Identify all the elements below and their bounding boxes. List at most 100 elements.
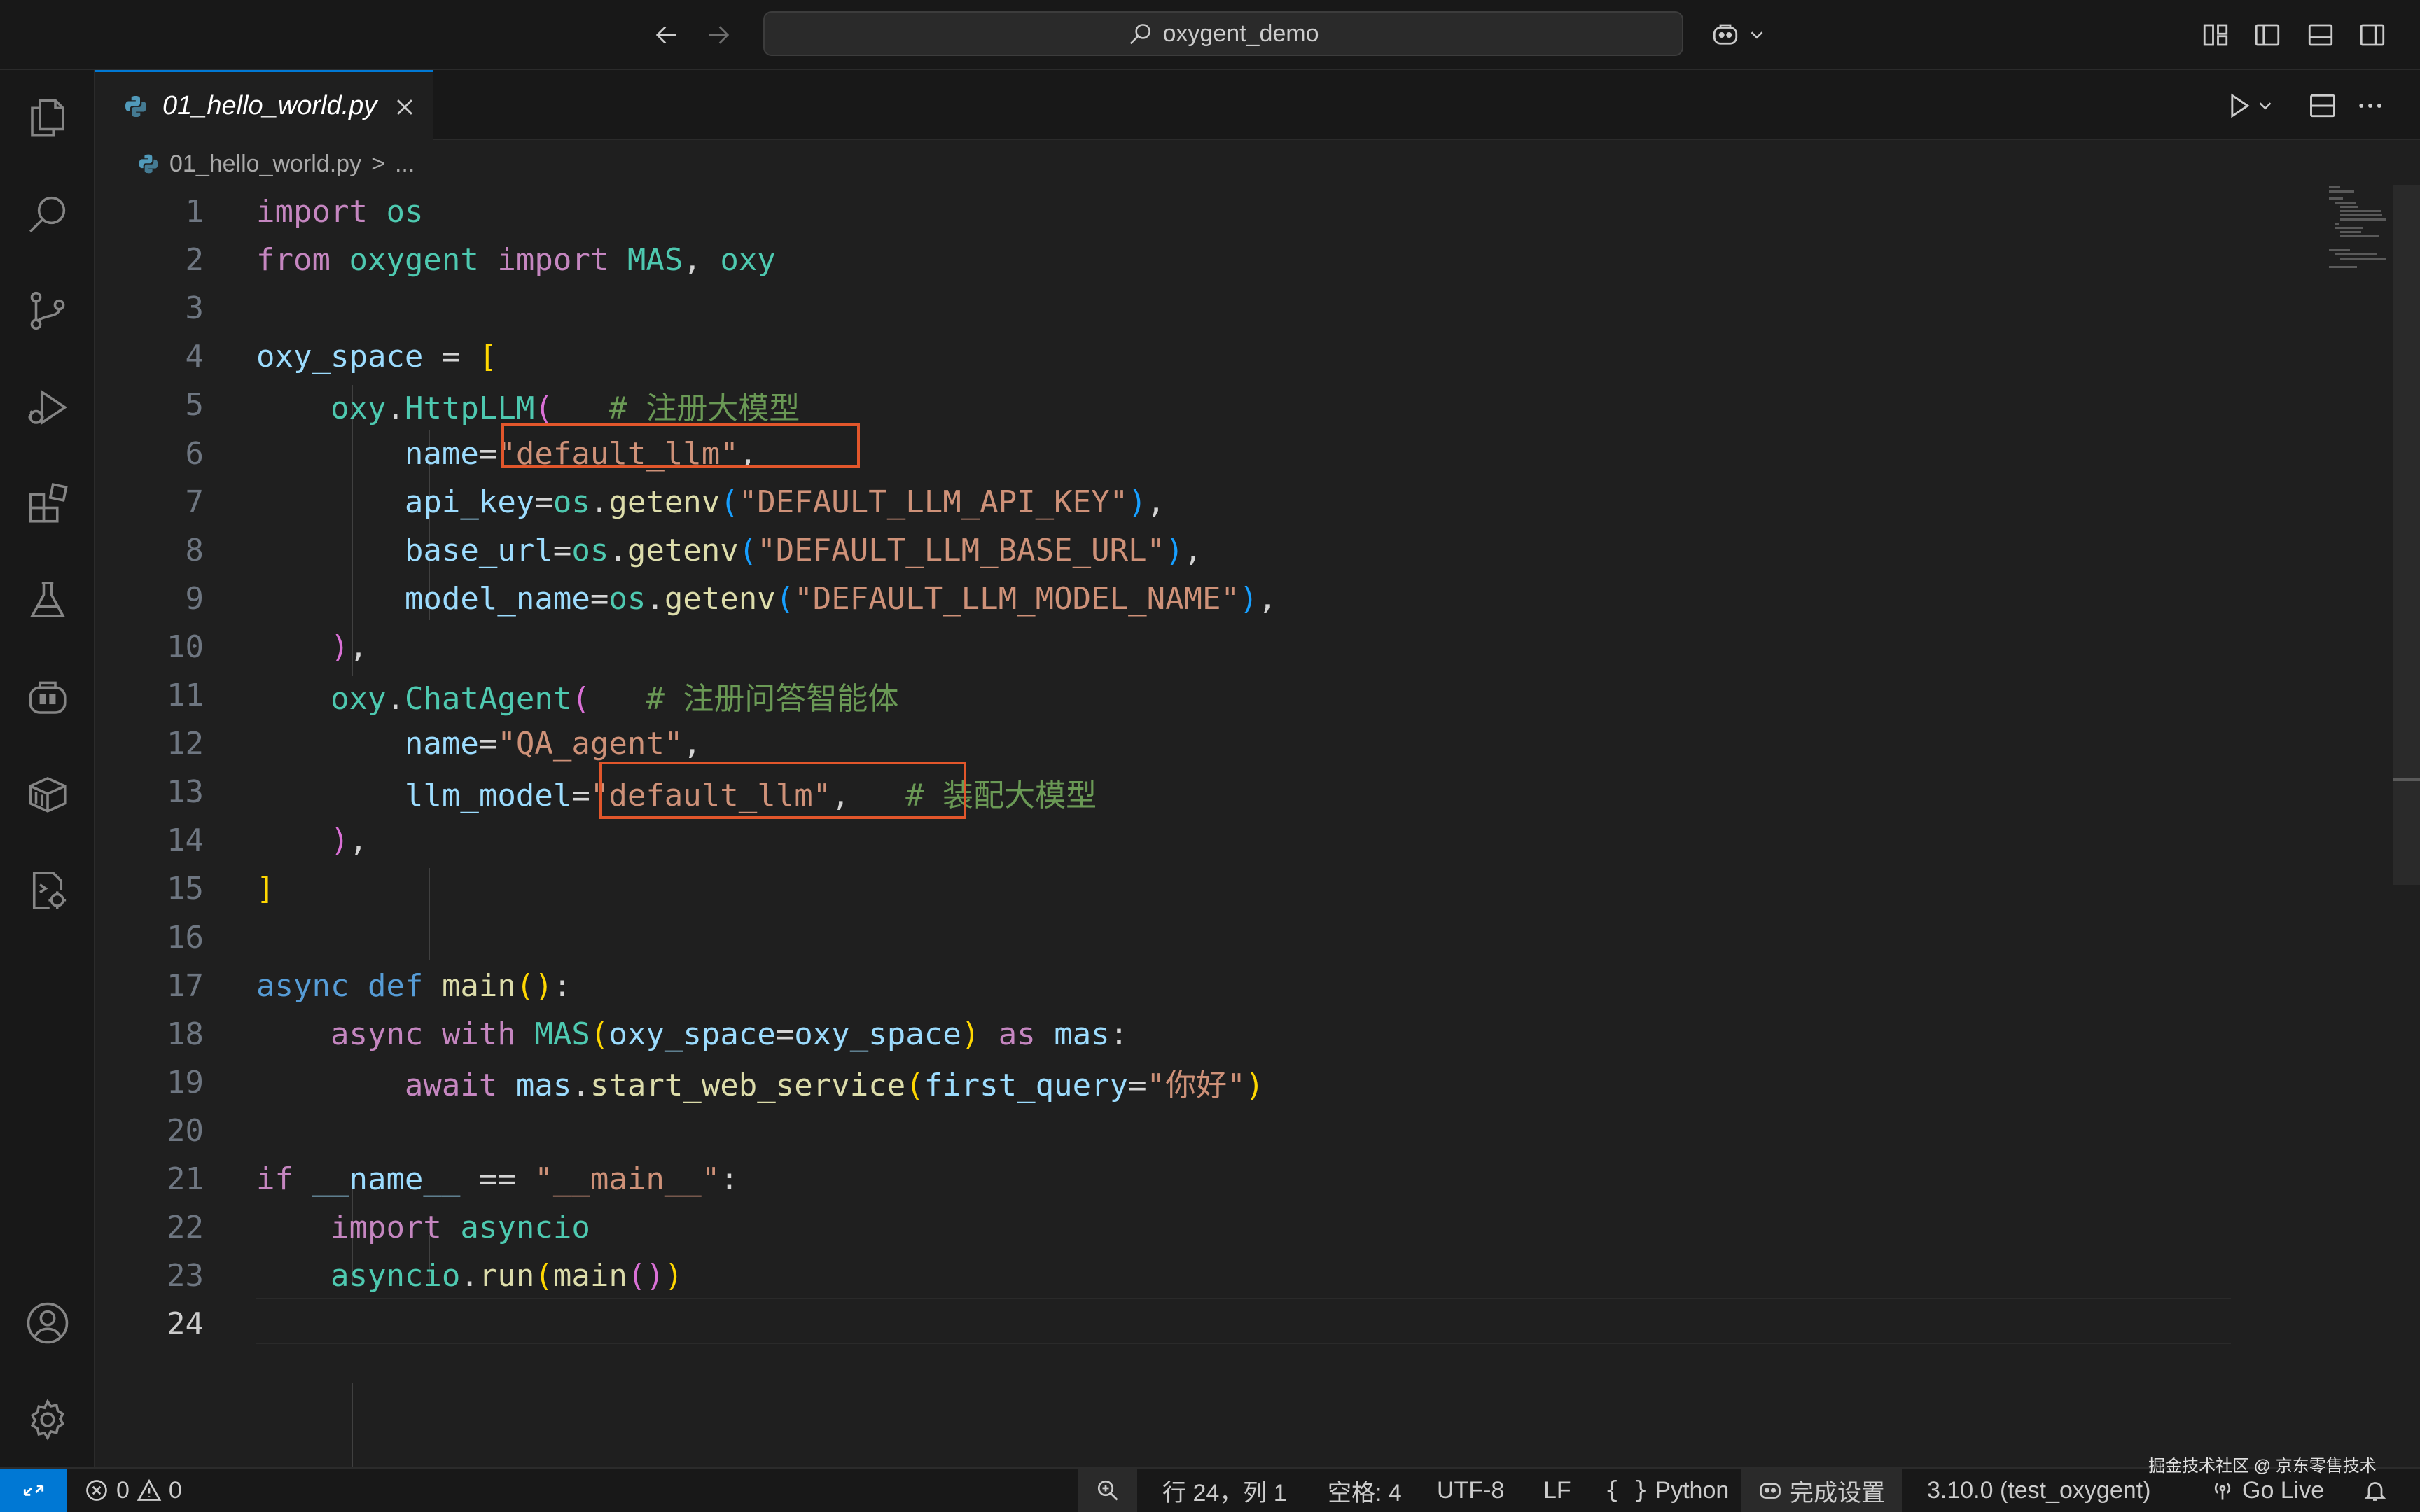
code-line[interactable]: 22 import asyncio xyxy=(95,1203,2231,1252)
code-line[interactable]: 17 async def main(): xyxy=(95,962,2231,1010)
code-token: = xyxy=(478,435,498,472)
customize-layout-button[interactable] xyxy=(2199,18,2232,52)
cursor-position[interactable]: 行 24，列 1 xyxy=(1162,1469,1287,1512)
code-line[interactable]: 3 xyxy=(95,284,2231,332)
code-line[interactable]: 16 xyxy=(95,913,2231,962)
split-editor-icon xyxy=(2310,94,2335,118)
code-text: from oxygent import MAS, oxy xyxy=(256,242,776,278)
source-control-button[interactable] xyxy=(20,283,76,339)
command-center-search[interactable]: oxygent_demo xyxy=(763,11,1683,56)
chevron-down-icon xyxy=(1751,31,1763,39)
extensions-button[interactable] xyxy=(20,476,76,532)
run-python-file-button[interactable] xyxy=(2221,88,2256,123)
code-token: ) xyxy=(1165,532,1184,568)
code-line[interactable]: 15] xyxy=(95,864,2231,913)
code-line[interactable]: 12 name="QA_agent", xyxy=(95,720,2231,768)
code-token: ) xyxy=(664,1258,683,1294)
back-button[interactable] xyxy=(648,17,685,53)
code-line[interactable]: 11 oxy.ChatAgent( # 注册问答智能体 xyxy=(95,671,2231,720)
code-line[interactable]: 14 ), xyxy=(95,816,2231,864)
zoom-button[interactable] xyxy=(1078,1469,1137,1512)
line-number: 22 xyxy=(167,1210,204,1246)
code-token: __name__ xyxy=(312,1161,461,1197)
encoding-setting[interactable]: UTF-8 xyxy=(1437,1469,1504,1512)
code-line[interactable]: 5 oxy.HttpLLM( # 注册大模型 xyxy=(95,381,2231,429)
code-token: as xyxy=(998,1016,1036,1052)
indentation-setting[interactable]: 空格: 4 xyxy=(1328,1469,1402,1512)
containers-button[interactable] xyxy=(20,766,76,822)
command-center-text: oxygent_demo xyxy=(1162,20,1319,47)
code-text: api_key=os.getenv("DEFAULT_LLM_API_KEY")… xyxy=(256,484,1165,520)
code-token: os xyxy=(552,484,590,520)
code-line[interactable]: 1 import os xyxy=(95,188,2231,236)
eol-setting[interactable]: LF xyxy=(1543,1469,1571,1512)
manage-settings-button[interactable] xyxy=(20,1392,76,1448)
code-line[interactable]: 23 asyncio.run(main()) xyxy=(95,1252,2231,1300)
code-line[interactable]: 19 await mas.start_web_service(first_que… xyxy=(95,1058,2231,1107)
code-text: async with MAS(oxy_space=oxy_space) as m… xyxy=(256,1016,1128,1052)
code-line[interactable]: 13 llm_model="default_llm", # 装配大模型 xyxy=(95,768,2231,816)
code-token: "DEFAULT_LLM_API_KEY" xyxy=(738,484,1129,520)
line-number: 17 xyxy=(167,967,204,1004)
go-live-text: Go Live xyxy=(2242,1476,2325,1504)
code-line[interactable]: 24 xyxy=(95,1300,2231,1348)
code-line[interactable]: 9 model_name=os.getenv("DEFAULT_LLM_MODE… xyxy=(95,575,2231,623)
watermark-text: 掘金技术社区 @ 京东零售技术 xyxy=(2148,1457,2377,1476)
editor-tab[interactable]: 01_hello_world.py xyxy=(95,70,433,140)
breadcrumb-symbols[interactable]: ... xyxy=(395,150,415,178)
code-token: getenv xyxy=(609,484,721,520)
code-token: "你好" xyxy=(1146,1068,1246,1104)
code-line[interactable]: 4 oxy_space = [ xyxy=(95,332,2231,381)
remote-explorer-button[interactable] xyxy=(20,862,76,918)
forward-button[interactable] xyxy=(700,17,737,53)
breadcrumb-file[interactable]: 01_hello_world.py xyxy=(169,150,361,178)
split-editor-button[interactable] xyxy=(2305,88,2340,123)
run-options-dropdown[interactable] xyxy=(2255,88,2276,123)
code-line[interactable]: 20 xyxy=(95,1107,2231,1155)
copilot-chat-button[interactable] xyxy=(20,669,76,725)
search-button[interactable] xyxy=(20,186,76,242)
code-line[interactable]: 6 name="default_llm", xyxy=(95,430,2231,478)
testing-button[interactable] xyxy=(20,573,76,629)
python-interpreter[interactable]: 3.10.0 (test_oxygent) xyxy=(1927,1469,2150,1512)
problems-indicator[interactable]: 0 0 xyxy=(84,1469,182,1512)
copilot-dropdown[interactable] xyxy=(1746,18,1767,52)
copilot-menu[interactable] xyxy=(1709,18,1742,52)
code-token: . xyxy=(460,1258,479,1294)
code-line[interactable]: 18 async with MAS(oxy_space=oxy_space) a… xyxy=(95,1010,2231,1058)
code-line[interactable]: 21 if __name__ == "__main__": xyxy=(95,1155,2231,1203)
code-line[interactable]: 7 api_key=os.getenv("DEFAULT_LLM_API_KEY… xyxy=(95,478,2231,526)
copilot-setup-button[interactable]: 完成设置 xyxy=(1741,1469,1902,1512)
toggle-primary-sidebar-button[interactable] xyxy=(2251,18,2284,52)
warning-count: 0 xyxy=(168,1476,182,1504)
code-token: = xyxy=(534,484,553,520)
code-line[interactable]: 10 ), xyxy=(95,623,2231,671)
code-token: await xyxy=(404,1068,498,1104)
code-token: asyncio xyxy=(460,1210,590,1246)
code-token: ) xyxy=(1239,580,1258,617)
code-line[interactable]: 2 from oxygent import MAS, oxy xyxy=(95,236,2231,284)
code-token: "DEFAULT_LLM_BASE_URL" xyxy=(757,532,1166,568)
line-number: 9 xyxy=(185,580,204,617)
toggle-panel-button[interactable] xyxy=(2304,18,2337,52)
code-editor[interactable]: 1 import os 2 from oxygent import MAS, oxy 3… xyxy=(95,185,2420,1481)
chevron-down-icon xyxy=(2259,102,2272,110)
more-actions-button[interactable] xyxy=(2353,88,2388,123)
code-line[interactable]: 8 base_url=os.getenv("DEFAULT_LLM_BASE_U… xyxy=(95,526,2231,575)
code-token: . xyxy=(386,680,405,717)
code-token: oxygent xyxy=(349,242,479,279)
accounts-button[interactable] xyxy=(20,1295,76,1351)
explorer-button[interactable] xyxy=(20,90,76,146)
remote-indicator[interactable] xyxy=(0,1469,67,1512)
toggle-secondary-sidebar-button[interactable] xyxy=(2356,18,2389,52)
code-token: import xyxy=(330,1210,442,1246)
run-debug-button[interactable] xyxy=(20,379,76,435)
code-token: ) xyxy=(330,629,349,665)
language-mode[interactable]: { } Python xyxy=(1605,1469,1729,1512)
code-token: ) xyxy=(1128,484,1147,520)
tab-close-button[interactable] xyxy=(391,93,419,121)
